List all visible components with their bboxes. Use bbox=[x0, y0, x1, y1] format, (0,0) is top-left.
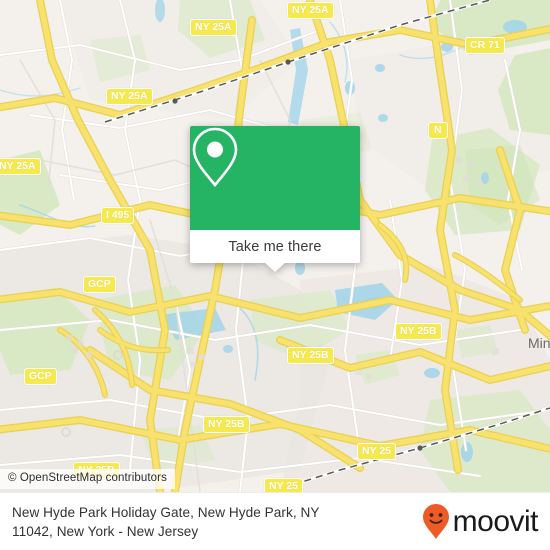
road-shield: GCP bbox=[83, 276, 116, 293]
address-line-2: 11042, New York - New Jersey bbox=[12, 523, 199, 539]
road-shield: NY 25A bbox=[287, 2, 334, 19]
footer-bar: New Hyde Park Holiday Gate, New Hyde Par… bbox=[0, 492, 550, 550]
map-pin-icon bbox=[192, 127, 238, 188]
location-popup[interactable]: Take me there bbox=[190, 126, 360, 272]
address-text: New Hyde Park Holiday Gate, New Hyde Par… bbox=[0, 503, 319, 541]
address-line-1: New Hyde Park Holiday Gate, New Hyde Par… bbox=[12, 504, 320, 520]
road-shield: NY 25B bbox=[287, 347, 334, 364]
map-screenshot: .rd{stroke:#f8e16c;stroke-linecap:round;… bbox=[0, 0, 550, 550]
road-shield: NY 25A bbox=[0, 158, 41, 175]
moovit-pin-icon bbox=[422, 503, 449, 539]
take-me-there-button[interactable]: Take me there bbox=[190, 230, 360, 263]
road-shield: N bbox=[428, 122, 448, 139]
road-shield: NY 25B bbox=[203, 416, 250, 433]
road-shield: CR 71 bbox=[465, 37, 505, 54]
road-shield: NY 25A bbox=[190, 19, 237, 36]
map-canvas[interactable]: .rd{stroke:#f8e16c;stroke-linecap:round;… bbox=[0, 0, 550, 492]
osm-attribution[interactable]: © OpenStreetMap contributors bbox=[0, 469, 175, 489]
road-shield: NY 25 bbox=[357, 443, 396, 460]
moovit-wordmark: moovit bbox=[452, 504, 539, 538]
popup-header bbox=[190, 126, 360, 230]
take-me-there-label: Take me there bbox=[228, 238, 322, 255]
road-shield: NY 25 bbox=[264, 478, 303, 492]
road-shield: NY 25A bbox=[106, 88, 153, 105]
place-label-mineola: Min bbox=[528, 335, 550, 351]
popup-tail bbox=[265, 263, 285, 272]
moovit-logo[interactable]: moovit bbox=[421, 503, 539, 541]
road-shield: GCP bbox=[24, 368, 57, 385]
road-shield: I 495 bbox=[101, 207, 135, 224]
road-shield: NY 25B bbox=[395, 323, 442, 340]
